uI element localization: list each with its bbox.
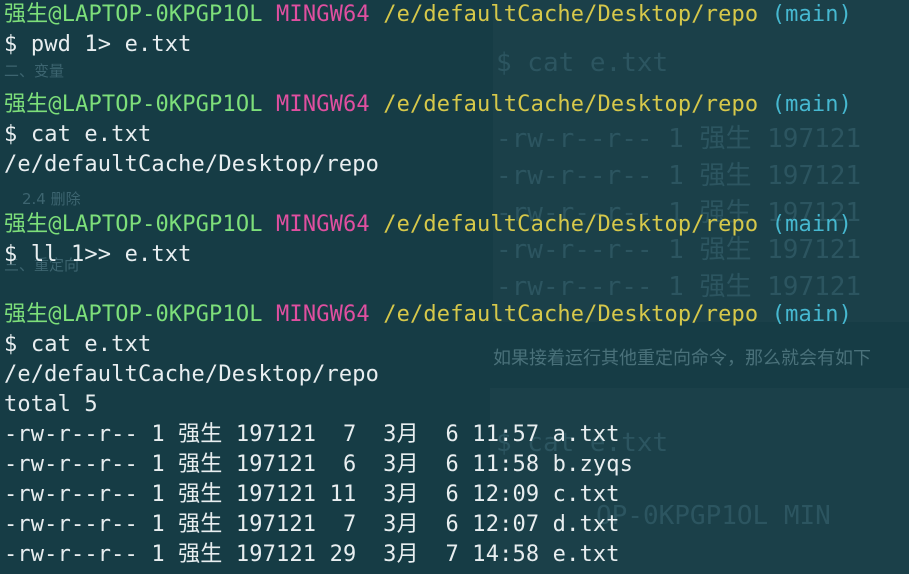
prompt-user-host: 强生@LAPTOP-0KPGP1OL bbox=[4, 302, 263, 327]
command-text: cat e.txt bbox=[30, 122, 152, 147]
listing-row: -rw-r--r-- 1 强生 197121 7 3月 6 11:57 a.tx… bbox=[4, 422, 620, 447]
prompt-env: MINGW64 bbox=[276, 212, 370, 237]
command-line: $ ll 1>> e.txt bbox=[4, 240, 909, 270]
prompt-env: MINGW64 bbox=[276, 92, 370, 117]
prompt-symbol: $ bbox=[4, 332, 18, 357]
prompt-symbol: $ bbox=[4, 32, 18, 57]
output-line: /e/defaultCache/Desktop/repo bbox=[4, 152, 380, 177]
prompt-line: 强生@LAPTOP-0KPGP1OL MINGW64 /e/defaultCac… bbox=[4, 0, 909, 30]
prompt-user-host: 强生@LAPTOP-0KPGP1OL bbox=[4, 92, 263, 117]
prompt-cwd: /e/defaultCache/Desktop/repo bbox=[383, 302, 759, 327]
command-line: $ cat e.txt bbox=[4, 330, 909, 360]
command-text: cat e.txt bbox=[30, 332, 152, 357]
prompt-env: MINGW64 bbox=[276, 302, 370, 327]
command-line: $ pwd 1> e.txt bbox=[4, 30, 909, 60]
prompt-cwd: /e/defaultCache/Desktop/repo bbox=[383, 212, 759, 237]
prompt-symbol: $ bbox=[4, 122, 18, 147]
prompt-symbol: $ bbox=[4, 242, 18, 267]
prompt-branch: (main) bbox=[771, 212, 853, 237]
prompt-line: 强生@LAPTOP-0KPGP1OL MINGW64 /e/defaultCac… bbox=[4, 300, 909, 330]
listing-row: -rw-r--r-- 1 强生 197121 11 3月 6 12:09 c.t… bbox=[4, 482, 620, 507]
prompt-env: MINGW64 bbox=[276, 2, 370, 27]
listing-row: -rw-r--r-- 1 强生 197121 7 3月 6 12:07 d.tx… bbox=[4, 512, 620, 537]
prompt-branch: (main) bbox=[771, 92, 853, 117]
prompt-line: 强生@LAPTOP-0KPGP1OL MINGW64 /e/defaultCac… bbox=[4, 210, 909, 240]
listing-row: -rw-r--r-- 1 强生 197121 29 3月 7 14:58 e.t… bbox=[4, 542, 620, 567]
prompt-branch: (main) bbox=[771, 2, 853, 27]
terminal-window[interactable]: 强生@LAPTOP-0KPGP1OL MINGW64 /e/defaultCac… bbox=[0, 0, 909, 574]
output-line: total 5 bbox=[4, 392, 98, 417]
command-line: $ cat e.txt bbox=[4, 120, 909, 150]
prompt-user-host: 强生@LAPTOP-0KPGP1OL bbox=[4, 2, 263, 27]
prompt-line: 强生@LAPTOP-0KPGP1OL MINGW64 /e/defaultCac… bbox=[4, 90, 909, 120]
command-text: ll 1>> e.txt bbox=[30, 242, 192, 267]
command-text: pwd 1> e.txt bbox=[30, 32, 192, 57]
prompt-branch: (main) bbox=[771, 302, 853, 327]
output-line: /e/defaultCache/Desktop/repo bbox=[4, 362, 380, 387]
prompt-user-host: 强生@LAPTOP-0KPGP1OL bbox=[4, 212, 263, 237]
listing-row: -rw-r--r-- 1 强生 197121 6 3月 6 11:58 b.zy… bbox=[4, 452, 634, 477]
prompt-cwd: /e/defaultCache/Desktop/repo bbox=[383, 2, 759, 27]
prompt-cwd: /e/defaultCache/Desktop/repo bbox=[383, 92, 759, 117]
